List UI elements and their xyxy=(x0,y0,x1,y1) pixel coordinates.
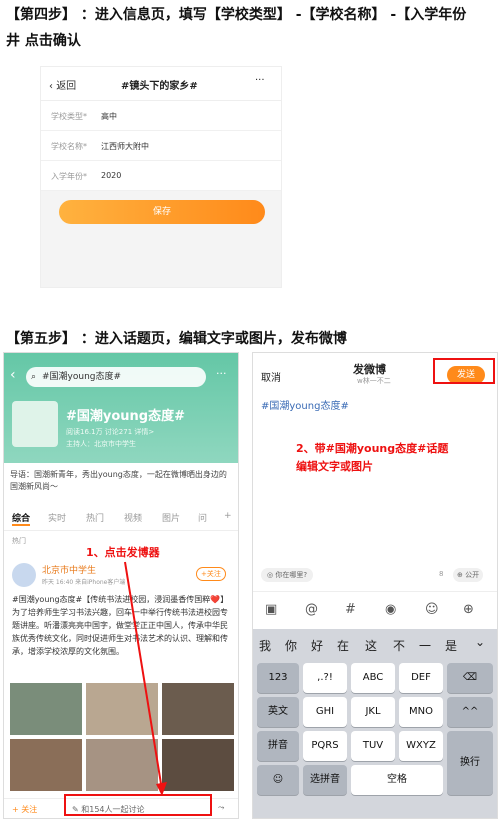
annotation-step2-line1: 2、带#国潮young态度#话题 xyxy=(296,442,449,455)
candidate-bar: 我 你 好 在 这 不 一 是 ⌄ xyxy=(253,629,497,659)
keyboard: 我 你 好 在 这 不 一 是 ⌄ 123 ,.?! ABC DEF ⌫ 英文 … xyxy=(253,629,497,818)
visibility-button[interactable]: ⊕ 公开 xyxy=(453,568,484,582)
location-button[interactable]: ◎ 你在哪里? xyxy=(261,568,314,582)
key-abc[interactable]: ABC xyxy=(351,663,395,693)
candidate[interactable]: 是 xyxy=(445,637,457,654)
char-count: 8 xyxy=(439,570,444,578)
candidate[interactable]: 好 xyxy=(311,637,323,654)
emoji-icon[interactable]: ☺ xyxy=(425,602,439,617)
candidate[interactable]: 我 xyxy=(259,637,271,654)
candidate[interactable]: 在 xyxy=(337,637,349,654)
annotation-step2-line2: 编辑文字或图片 xyxy=(296,460,373,473)
emoji-key-icon[interactable]: ☺ xyxy=(257,765,299,795)
key-ghi[interactable]: GHI xyxy=(303,697,347,727)
key-english[interactable]: 英文 xyxy=(257,697,299,727)
image-icon[interactable]: ▣ xyxy=(265,602,277,617)
highlight-send xyxy=(433,358,495,384)
key-jkl[interactable]: JKL xyxy=(351,697,395,727)
key-space[interactable]: 空格 xyxy=(351,765,443,795)
key-pqrs[interactable]: PQRS xyxy=(303,731,347,761)
key-newline[interactable]: 换行 xyxy=(447,731,493,795)
key-mno[interactable]: MNO xyxy=(399,697,443,727)
key-tuv[interactable]: TUV xyxy=(351,731,395,761)
key-emoticon[interactable]: ^^ xyxy=(447,697,493,727)
key-def[interactable]: DEF xyxy=(399,663,443,693)
more-plus-icon[interactable]: ⊕ xyxy=(463,602,474,617)
mention-icon[interactable]: @ xyxy=(305,602,318,617)
candidate[interactable]: 这 xyxy=(365,637,377,654)
compose-title: 发微博 xyxy=(353,363,386,376)
backspace-icon[interactable]: ⌫ xyxy=(447,663,493,693)
key-punct[interactable]: ,.?! xyxy=(303,663,347,693)
candidate[interactable]: 你 xyxy=(285,637,297,654)
expand-candidates-icon[interactable]: ⌄ xyxy=(475,635,485,649)
hashtag-icon[interactable]: # xyxy=(345,602,356,617)
cancel-button[interactable]: 取消 xyxy=(261,369,281,384)
key-pinyin[interactable]: 拼音 xyxy=(257,731,299,761)
compose-subtitle: w林一不二 xyxy=(357,377,391,385)
compose-content[interactable]: #国潮young态度# xyxy=(261,397,349,412)
candidate[interactable]: 不 xyxy=(393,637,405,654)
highlight-discuss xyxy=(64,794,212,816)
key-123[interactable]: 123 xyxy=(257,663,299,693)
key-select-pinyin[interactable]: 选拼音 xyxy=(303,765,347,795)
candidate[interactable]: 一 xyxy=(419,637,431,654)
gif-icon[interactable]: ◉ xyxy=(385,602,396,617)
key-wxyz[interactable]: WXYZ xyxy=(399,731,443,761)
compose-toolbar: ▣ @ # ◉ ☺ ⊕ xyxy=(253,591,497,629)
compose-page-screenshot: 取消 发微博 w林一不二 发送 #国潮young态度# ◎ 你在哪里? 8 ⊕ … xyxy=(252,352,498,819)
